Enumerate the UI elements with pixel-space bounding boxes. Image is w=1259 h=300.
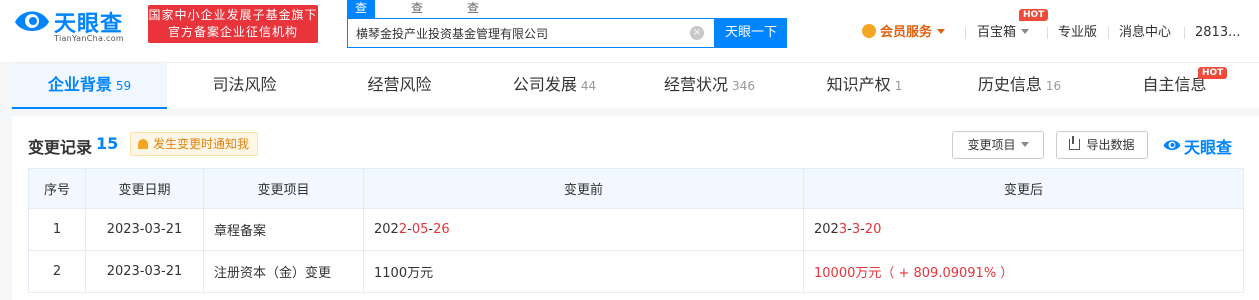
column-header: 序号: [28, 168, 86, 209]
column-header: 变更日期: [85, 168, 204, 209]
crown-icon: [862, 24, 876, 38]
export-label: 导出数据: [1086, 138, 1135, 152]
tab-label: 经营风险: [367, 75, 432, 94]
changed-text: 3: [851, 222, 861, 237]
bell-icon: [138, 139, 148, 149]
notify-label: 发生变更时通知我: [153, 137, 250, 151]
search-tab-relation[interactable]: 查关系: [459, 0, 487, 49]
column-header: 变更后: [803, 168, 1244, 209]
download-icon: [1069, 136, 1081, 150]
section-title: 变更记录: [28, 138, 93, 157]
banner-line-1: 国家中小企业发展子基金旗下: [148, 8, 318, 22]
chevron-down-icon: [1020, 142, 1029, 147]
pro-version-link[interactable]: 专业版: [1058, 23, 1097, 43]
table-header-row: 序号 变更日期 变更项目 变更前 变更后: [28, 168, 1244, 209]
cell-index: 1: [28, 208, 86, 251]
changed-text: 3: [838, 222, 848, 237]
table-row: 2 2023-03-21 注册资本（金）变更 1100万元 10000万元（ + 809…: [28, 250, 1244, 293]
divider: [965, 27, 966, 39]
tab-count: 16: [1045, 79, 1062, 93]
change-record-section: 变更记录 15 发生变更时通知我 变更项目 导出数据 天眼查 序号 变更日期 变…: [12, 116, 1259, 300]
divider: [1047, 27, 1048, 39]
tianyancha-logo[interactable]: 天眼查 TianYanCha.com: [12, 4, 140, 44]
chevron-down-icon: [1021, 29, 1030, 34]
tab-label: 经营状况: [664, 75, 729, 94]
tab-count: 59: [115, 79, 132, 93]
export-data-button[interactable]: 导出数据: [1056, 131, 1148, 159]
notify-on-change-button[interactable]: 发生变更时通知我: [130, 132, 259, 156]
treasure-box-menu[interactable]: 百宝箱: [977, 23, 1030, 43]
search-box: ×: [347, 18, 715, 48]
tab-history-info[interactable]: 历史信息 16: [942, 63, 1097, 109]
cell-date: 2023-03-21: [85, 250, 204, 293]
tab-business-status[interactable]: 经营状况 346: [632, 63, 787, 109]
tab-label: 公司发展: [512, 75, 577, 94]
tab-judicial-risk[interactable]: 司法风险: [167, 63, 322, 109]
tab-label: 历史信息: [977, 75, 1042, 94]
tab-label: 知识产权: [826, 75, 891, 94]
tab-count: 1: [894, 79, 903, 93]
tab-label: 企业背景: [47, 75, 112, 94]
message-center-link[interactable]: 消息中心: [1119, 23, 1171, 43]
tab-label: 自主信息: [1142, 75, 1207, 94]
tab-count: 346: [732, 79, 755, 93]
section-count: 15: [96, 134, 119, 153]
search-tab-boss[interactable]: 查老板: [403, 0, 431, 49]
changed-text: 20: [864, 222, 882, 237]
unchanged-text: 1100万元: [374, 266, 434, 281]
change-record-table: 序号 变更日期 变更项目 变更前 变更后 1 2023-03-21 章程备案 2022…: [28, 168, 1244, 293]
treasure-box-label: 百宝箱: [977, 25, 1017, 40]
top-header: 天眼查 TianYanCha.com 国家中小企业发展子基金旗下 官方备案企业征…: [0, 0, 1259, 62]
clear-icon[interactable]: ×: [690, 26, 704, 40]
watermark-text: 天眼查: [1184, 138, 1233, 157]
table-row: 1 2023-03-21 章程备案 2022-05-26 2023-3-20: [28, 208, 1244, 251]
cell-before: 1100万元: [363, 250, 804, 293]
change-item-filter[interactable]: 变更项目: [952, 131, 1044, 159]
tab-enterprise-background[interactable]: 企业背景 59: [12, 63, 167, 109]
cell-change-item: 章程备案: [203, 208, 364, 251]
tab-self-info[interactable]: 自主信息: [1097, 63, 1252, 109]
changed-text: 2: [398, 222, 408, 237]
vip-service-menu[interactable]: 会员服务: [862, 23, 946, 43]
unchanged-text: 202: [814, 222, 839, 237]
divider: [1184, 27, 1185, 39]
cell-index: 2: [28, 250, 86, 293]
tab-label: 司法风险: [212, 75, 277, 94]
tab-intellectual-property[interactable]: 知识产权 1: [787, 63, 942, 109]
logo-eye-icon: [15, 11, 49, 31]
logo-eye-icon: [1163, 140, 1181, 150]
search-tab-company[interactable]: 查公司: [347, 0, 376, 49]
tab-count: 44: [580, 79, 597, 93]
cell-date: 2023-03-21: [85, 208, 204, 251]
banner-line-2: 官方备案企业征信机构: [167, 25, 298, 39]
user-account-menu[interactable]: 2813...: [1195, 23, 1240, 43]
search-button[interactable]: 天眼一下: [715, 18, 787, 48]
filter-label: 变更项目: [967, 138, 1016, 152]
chevron-down-icon: [937, 29, 946, 34]
divider: [1108, 27, 1109, 39]
cell-change-item: 注册资本（金）变更: [203, 250, 364, 293]
changed-text: 05: [411, 222, 429, 237]
company-tab-bar: 企业背景 59 司法风险 经营风险 公司发展 44 经营状况 346 知识产权 1 历史…: [12, 62, 1259, 109]
changed-text: 10000万元（ + 809.09091% ）: [814, 266, 1014, 281]
official-banner: 国家中小企业发展子基金旗下 官方备案企业征信机构: [148, 5, 318, 43]
vip-service-label: 会员服务: [880, 25, 933, 40]
column-header: 变更项目: [203, 168, 364, 209]
cell-after: 2023-3-20: [803, 208, 1244, 251]
hot-badge: HOT: [1198, 67, 1228, 79]
unchanged-text: 202: [374, 222, 399, 237]
changed-text: 26: [433, 222, 450, 237]
cell-after: 10000万元（ + 809.09091% ）: [803, 250, 1244, 293]
hot-badge: HOT: [1019, 9, 1049, 21]
tab-company-development[interactable]: 公司发展 44: [477, 63, 632, 109]
column-header: 变更前: [363, 168, 804, 209]
cell-before: 2022-05-26: [363, 208, 804, 251]
search-input[interactable]: [348, 19, 688, 47]
logo-subtext: TianYanCha.com: [54, 34, 124, 43]
tab-operational-risk[interactable]: 经营风险: [322, 63, 477, 109]
